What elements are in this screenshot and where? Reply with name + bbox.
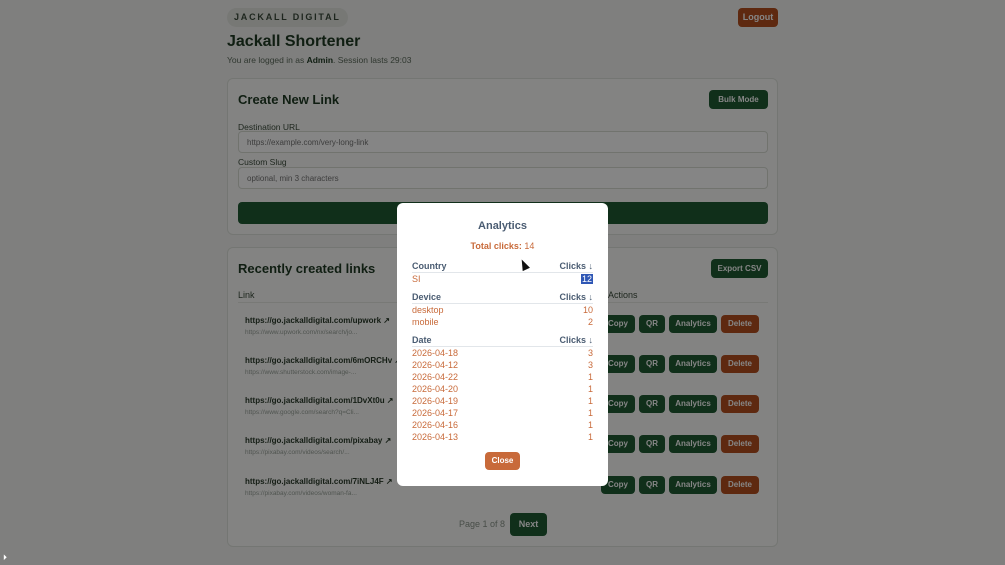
play-icon: ⏵ [3, 553, 7, 562]
date-row: 2026-04-22 1 [412, 371, 593, 383]
device-value: 10 [582, 305, 593, 315]
device-title: Device [412, 292, 442, 302]
date-row: 2026-04-12 3 [412, 359, 593, 371]
date-key: 2026-04-19 [412, 396, 459, 406]
country-section: Country Clicks ↓ SI 12 [412, 261, 593, 285]
device-row: mobile 2 [412, 316, 593, 328]
date-value: 1 [587, 432, 593, 442]
analytics-modal: Analytics Total clicks: 14 Country Click… [397, 203, 608, 486]
date-key: 2026-04-12 [412, 360, 459, 370]
device-header: Device Clicks ↓ [412, 292, 593, 304]
date-value: 1 [587, 372, 593, 382]
date-title: Date [412, 335, 432, 345]
date-value: 1 [587, 396, 593, 406]
date-key: 2026-04-18 [412, 348, 459, 358]
date-row: 2026-04-19 1 [412, 395, 593, 407]
date-value: 3 [587, 360, 593, 370]
total-clicks-value: 14 [524, 241, 535, 251]
date-row: 2026-04-13 1 [412, 431, 593, 443]
modal-title: Analytics [478, 220, 527, 232]
date-value: 1 [587, 408, 593, 418]
date-row: 2026-04-20 1 [412, 383, 593, 395]
date-key: 2026-04-22 [412, 372, 459, 382]
device-value: 2 [587, 317, 593, 327]
date-row: 2026-04-17 1 [412, 407, 593, 419]
total-clicks: Total clicks: 14 [397, 241, 608, 251]
country-header: Country Clicks ↓ [412, 261, 593, 273]
country-value-selected: 12 [580, 274, 593, 284]
date-key: 2026-04-16 [412, 420, 459, 430]
date-key: 2026-04-17 [412, 408, 459, 418]
device-key: desktop [412, 305, 444, 315]
date-header: Date Clicks ↓ [412, 335, 593, 347]
device-row: desktop 10 [412, 304, 593, 316]
date-row: 2026-04-18 3 [412, 347, 593, 359]
date-key: 2026-04-20 [412, 384, 459, 394]
total-clicks-label: Total clicks: [470, 241, 522, 251]
country-row: SI 12 [412, 273, 593, 285]
date-row: 2026-04-16 1 [412, 419, 593, 431]
device-clicks-sort[interactable]: Clicks ↓ [559, 292, 593, 302]
date-value: 1 [587, 384, 593, 394]
country-key: SI [412, 274, 421, 284]
date-clicks-sort[interactable]: Clicks ↓ [559, 335, 593, 345]
country-title: Country [412, 261, 447, 271]
device-key: mobile [412, 317, 439, 327]
date-key: 2026-04-13 [412, 432, 459, 442]
date-section: Date Clicks ↓ 2026-04-18 3 2026-04-12 3 20… [412, 335, 593, 443]
date-value: 3 [587, 348, 593, 358]
date-value: 1 [587, 420, 593, 430]
device-section: Device Clicks ↓ desktop 10 mobile 2 [412, 292, 593, 328]
close-modal-button[interactable]: Close [485, 452, 520, 470]
country-clicks-sort[interactable]: Clicks ↓ [559, 261, 593, 271]
